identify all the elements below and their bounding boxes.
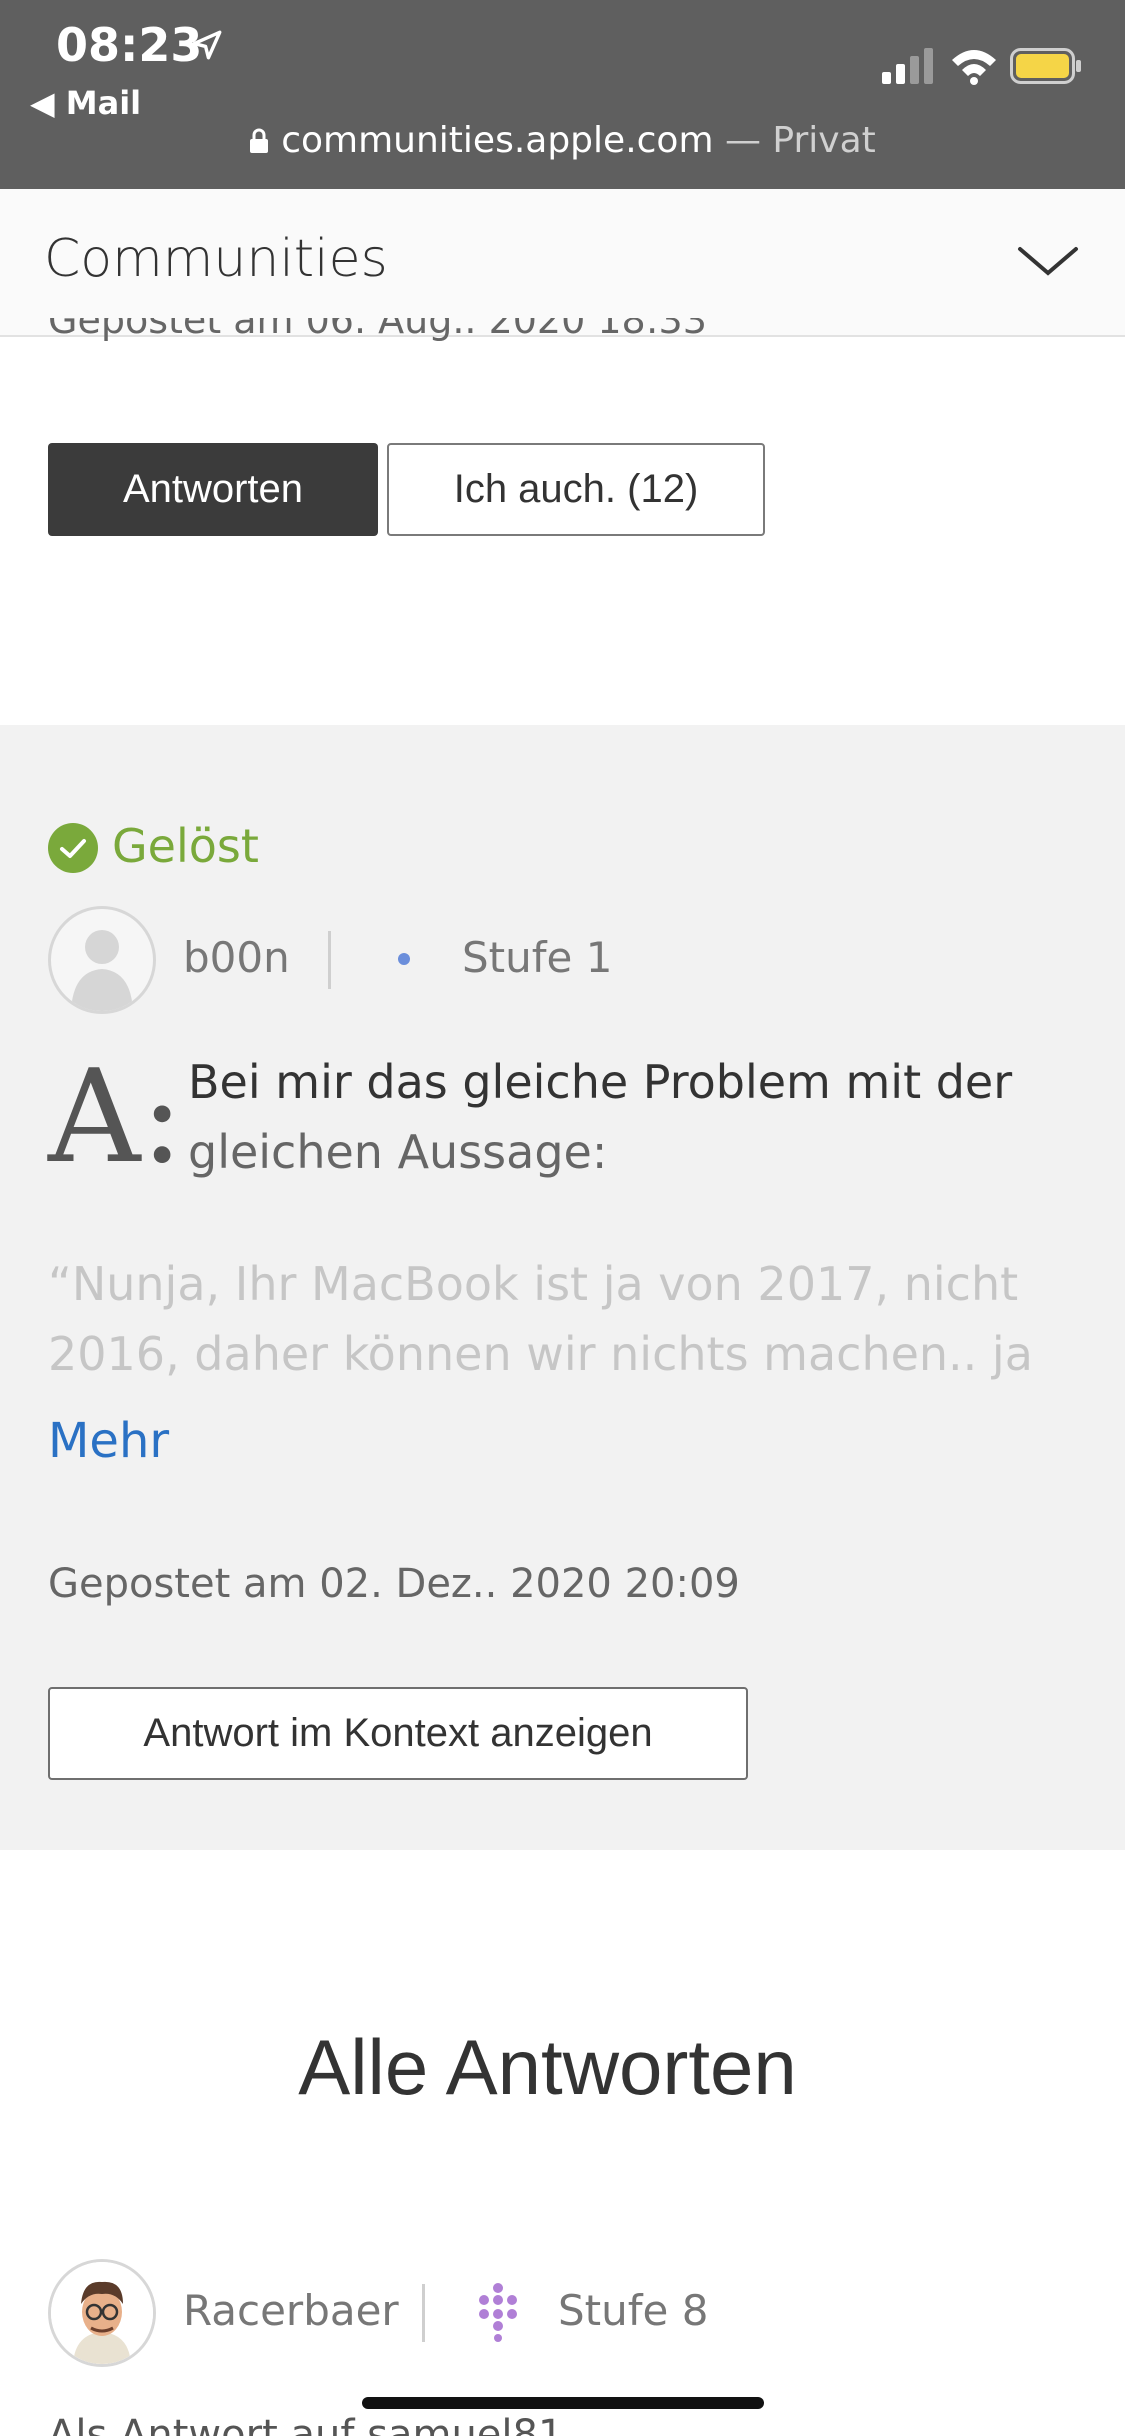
me-too-button[interactable]: Ich auch. (12): [387, 443, 765, 536]
solved-label: Gelöst: [112, 819, 259, 873]
lock-icon: [250, 128, 269, 153]
private-mode-label: — Privat: [713, 120, 876, 161]
reply-button[interactable]: Antworten: [48, 443, 378, 536]
solved-answer-section: Gelöst b00n Stufe 1 A: Bei mir das gleic…: [0, 725, 1125, 1850]
divider: [328, 931, 331, 989]
status-bar: 08:23 ◀ Mail communities.apple.com — Pri…: [0, 0, 1125, 189]
default-avatar-icon: [71, 930, 133, 1011]
view-in-context-button[interactable]: Antwort im Kontext anzeigen: [48, 1687, 748, 1780]
url-text: communities.apple.com: [281, 120, 714, 161]
reply-to-text: Als Antwort auf samuel81: [48, 2412, 564, 2436]
answer-letter: A:: [48, 1043, 184, 1192]
author-name[interactable]: Racerbaer: [183, 2286, 399, 2335]
author-name[interactable]: b00n: [183, 933, 290, 982]
answer-quote: “Nunja, Ihr MacBook ist ja von 2017, nic…: [48, 1257, 1033, 1381]
signal-icon: [882, 48, 933, 84]
author-level: Stufe 8: [558, 2286, 709, 2335]
all-answers-heading: Alle Antworten: [298, 2023, 797, 2111]
level-dot-icon: [398, 953, 410, 965]
checkmark-circle-icon: [48, 823, 98, 873]
author-level: Stufe 1: [462, 933, 613, 982]
level-dots-icon: [479, 2283, 517, 2342]
answer-text: Bei mir das gleiche Problem mit der glei…: [188, 1047, 1068, 1187]
memoji-avatar-icon: [51, 2262, 153, 2364]
avatar[interactable]: [48, 906, 156, 1014]
communities-nav-bar: Communities: [0, 189, 1125, 337]
nav-title[interactable]: Communities: [44, 229, 388, 289]
more-link[interactable]: Mehr: [48, 1413, 169, 1469]
question-posted-date: Gepostet am 06. Aug.. 2020 18:33: [48, 318, 707, 342]
home-indicator[interactable]: [362, 2397, 764, 2409]
answer-text-line2: gleichen Aussage:: [188, 1125, 608, 1179]
answer-posted-date: Gepostet am 02. Dez.. 2020 20:09: [48, 1561, 740, 1607]
divider: [422, 2284, 425, 2342]
wifi-icon: [952, 50, 996, 85]
chevron-down-icon[interactable]: [1016, 235, 1080, 285]
location-arrow-icon: [192, 30, 222, 60]
answer-text-line1: Bei mir das gleiche Problem mit der: [188, 1055, 1013, 1109]
status-time: 08:23: [56, 18, 203, 72]
back-to-mail-link[interactable]: ◀ Mail: [30, 84, 141, 122]
avatar[interactable]: [48, 2259, 156, 2367]
url-bar[interactable]: communities.apple.com — Privat: [0, 120, 1125, 161]
battery-icon: [1010, 48, 1081, 84]
